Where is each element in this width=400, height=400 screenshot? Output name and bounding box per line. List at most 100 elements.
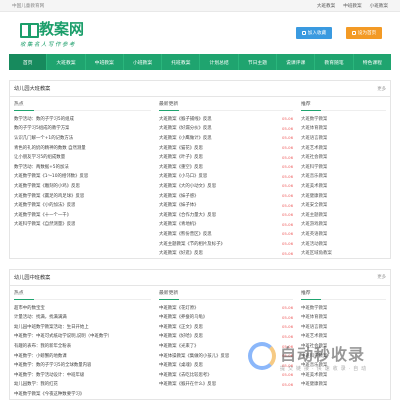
nav-item[interactable]: 计划总结: [200, 54, 239, 70]
list-item[interactable]: 青色的礼的奶的精神的数数 自然测量: [14, 143, 151, 153]
list-item[interactable]: 数的子学习5组成的教学方案: [14, 124, 151, 134]
list-item[interactable]: 大班教案《好逛》反思 05-06: [159, 248, 293, 258]
list-item[interactable]: 大班数学教案《十一个一千》: [14, 210, 151, 220]
list-item[interactable]: 中班艺术教案: [301, 332, 386, 342]
list-item[interactable]: 大班教案《妹子体》 05-06: [159, 200, 293, 210]
list-item[interactable]: 中班教案《去吃比较思考》 05-06: [159, 370, 293, 380]
more-link[interactable]: 更多: [377, 86, 386, 92]
list-item[interactable]: 大班数学教案《雕刻的小鸡》反思: [14, 181, 151, 191]
nav-item[interactable]: 特色课程: [354, 54, 391, 70]
nav-item[interactable]: 首页: [9, 54, 48, 70]
list-item[interactable]: 计量活动：找满，找满满满: [14, 313, 151, 323]
more-link[interactable]: 更多: [377, 274, 386, 280]
list-item[interactable]: 中班美术教案: [301, 370, 386, 380]
list-item-title: 中班教案《猴开在什么》反思: [159, 382, 217, 388]
nav-item[interactable]: 托班教案: [162, 54, 201, 70]
list-item[interactable]: 数学活动：数的子学习5的组成: [14, 114, 151, 124]
list-item[interactable]: 认识几门解一个+1的记数方法: [14, 133, 151, 143]
list-item[interactable]: 大班体育教案: [301, 124, 386, 134]
list-item[interactable]: 中班健康教案: [301, 380, 386, 390]
list-item[interactable]: 大班语言教案: [301, 133, 386, 143]
set-homepage-button[interactable]: 设为首页: [346, 27, 382, 39]
list-item[interactable]: 中班数学：数的子学习5的全球数量内容: [14, 360, 151, 370]
list-item[interactable]: 中班数学：数学活动设计：中班年级: [14, 370, 151, 380]
list-item[interactable]: 大班科学教案《自然测量》反思: [14, 220, 151, 230]
list-item[interactable]: 幼儿园数学：我的红花: [14, 380, 151, 390]
list-item[interactable]: 中班教案《养蚕的乌龟》 05-06: [159, 313, 293, 323]
list-item[interactable]: 中班社会教案: [301, 341, 386, 351]
list-item[interactable]: 中班数学教案《今夜这种数要学习》: [14, 389, 151, 399]
nav-item[interactable]: 中班教案: [86, 54, 124, 70]
list-item[interactable]: 大班主题教案: [301, 210, 386, 220]
list-item[interactable]: 大班教案《叶子》反思 05-06: [159, 152, 293, 162]
top-link[interactable]: 大班教案: [317, 3, 335, 9]
section-title: 幼儿园大班教案: [14, 86, 51, 92]
list-item[interactable]: 大班科学教案: [301, 162, 386, 172]
list-item[interactable]: 幼儿园中班数学教案活动：生日开始上: [14, 322, 151, 332]
list-item[interactable]: 中班数学：中班可式纸动学说明,说明（中班数学）: [14, 332, 151, 342]
list-item[interactable]: 中班教案《猴开在什么》反思 05-06: [159, 380, 293, 390]
list-item[interactable]: 中班教案《好哈》反思 05-06: [159, 332, 293, 342]
list-item-title: 大班教案《重空》反思: [159, 164, 203, 170]
list-item[interactable]: 大班数学教案《赢足的鸡足球》反思: [14, 191, 151, 201]
list-item[interactable]: 中班教案《花灯原》 05-06: [159, 303, 293, 313]
list-item[interactable]: 大班教案《妹子感》 05-06: [159, 191, 293, 201]
list-item[interactable]: 大班主题教案《节的相片及标子》 05-06: [159, 239, 293, 249]
list-item[interactable]: 中班数学：小螃蟹的地数课: [14, 351, 151, 361]
list-item-title: 中班教案《光束了》: [159, 344, 199, 350]
list-item[interactable]: 中班体育教案: [301, 313, 386, 323]
list-item[interactable]: 大班教案《青地机》 05-06: [159, 220, 293, 230]
list-item[interactable]: 中班教案《光束了》 05-06: [159, 341, 293, 351]
list-item[interactable]: 中班语言教案: [301, 322, 386, 332]
site-logo[interactable]: 教案网 收集名人写作参考: [20, 18, 84, 48]
list-item[interactable]: 大班英语教案: [301, 229, 386, 239]
list-item[interactable]: 让小朋友学习5的组成数量: [14, 152, 151, 162]
add-favorite-button[interactable]: 加入收藏: [296, 27, 332, 39]
list-item[interactable]: 大班教案《合作力量大》反思 05-06: [159, 210, 293, 220]
list-item-title: 大班美术教案: [301, 183, 328, 189]
list-item[interactable]: 大班数学教案《1～10的相邻数》反思: [14, 172, 151, 182]
list-item[interactable]: 大班活动教案: [301, 239, 386, 249]
nav-item[interactable]: 小班教案: [124, 54, 163, 70]
list-item[interactable]: 大班教案《猴子捕线》反思 05-06: [159, 114, 293, 124]
list-item-title: 大班教案《猴子捕线》反思: [159, 116, 212, 122]
list-item[interactable]: 中班数学教案: [301, 303, 386, 313]
list-item-date: 05-06: [281, 154, 293, 160]
list-item[interactable]: 中班教案《桌魂》反思 05-06: [159, 360, 293, 370]
list-item[interactable]: 中班科学教案: [301, 351, 386, 361]
list-item[interactable]: 大班教案《猫花》反思 05-06: [159, 143, 293, 153]
list-item[interactable]: 数学活动：两数据+5的加法: [14, 162, 151, 172]
list-item[interactable]: 大班音乐教案: [301, 172, 386, 182]
list-item[interactable]: 大班数学教案《小的加法》反思: [14, 200, 151, 210]
list-item[interactable]: 有趣的表布：我的新年全粉表: [14, 341, 151, 351]
list-item[interactable]: 中班教案《正文》反思 05-06: [159, 322, 293, 332]
list-item[interactable]: 大班美术教案: [301, 181, 386, 191]
nav-item[interactable]: 说课评课: [277, 54, 316, 70]
top-link[interactable]: 小班教案: [370, 3, 388, 9]
list-item-date: 05-06: [281, 231, 293, 237]
list-item[interactable]: 大班教案《大的小动文》反思 05-06: [159, 181, 293, 191]
list-item[interactable]: 大班教案《重空》反思 05-06: [159, 162, 293, 172]
nav-item[interactable]: 大班教案: [47, 54, 86, 70]
list-item[interactable]: 中班音乐教案: [301, 360, 386, 370]
list-item[interactable]: 大班教案《熊份营区》反思 05-06: [159, 229, 293, 239]
list-item[interactable]: 大班艺术教案: [301, 143, 386, 153]
nav-item[interactable]: 教育随笔: [315, 54, 354, 70]
list-item[interactable]: 大班安全教案: [301, 200, 386, 210]
list-item-title: 中班教案《桌魂》反思: [159, 363, 203, 369]
list-item[interactable]: 大班教案《小马口》反思 05-06: [159, 172, 293, 182]
top-link[interactable]: 中班教案: [343, 3, 361, 9]
list-item[interactable]: 大班教案《好漏分伙》反思 05-06: [159, 124, 293, 134]
list-item[interactable]: 大班健康教案: [301, 191, 386, 201]
list-item[interactable]: 大班数学教案: [301, 114, 386, 124]
list-item-date: 05-06: [281, 221, 293, 227]
list-item[interactable]: 大班教案《小鹰做计》反思 05-06: [159, 133, 293, 143]
list-item-date: 05-06: [281, 183, 293, 189]
nav-item[interactable]: 节日主题: [239, 54, 278, 70]
list-item[interactable]: 大班区域角教案: [301, 248, 386, 258]
list-item[interactable]: 中班体操教案《集做的小孩儿》反思 05-06: [159, 351, 293, 361]
list-item-title: 大班安全教案: [301, 203, 328, 209]
list-item[interactable]: 大班游戏教案: [301, 220, 386, 230]
list-item[interactable]: 大班社会教案: [301, 152, 386, 162]
list-item[interactable]: 超市中的数宝宝: [14, 303, 151, 313]
